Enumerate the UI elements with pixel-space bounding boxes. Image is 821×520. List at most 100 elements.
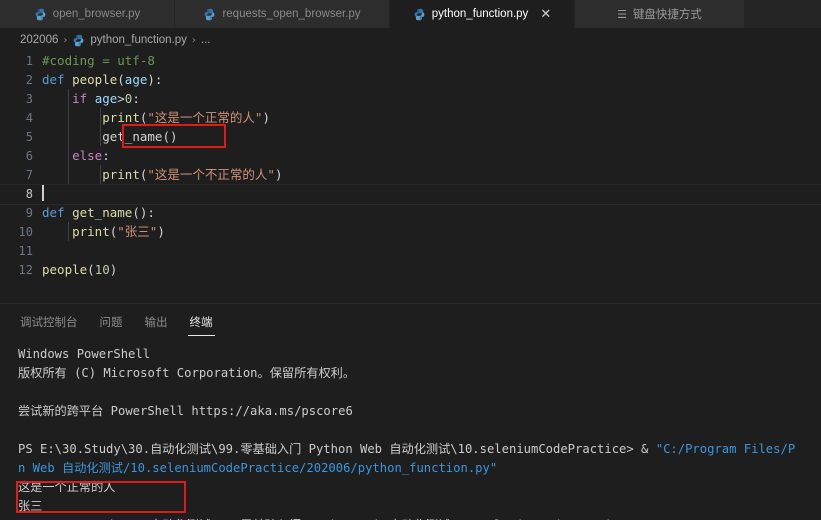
terminal-line: 尝试新的跨平台 PowerShell https://aka.ms/pscore… — [18, 402, 815, 421]
code-line[interactable]: 11 — [0, 241, 821, 260]
vscode-window: open_browser.py requests_open_browser.py p… — [0, 0, 821, 520]
code-token: ( — [117, 72, 125, 87]
code-line[interactable]: 1 #coding = utf-8 — [0, 51, 821, 70]
terminal-text: 尝试新的跨平台 PowerShell https://aka.ms/pscore… — [18, 404, 353, 418]
python-icon — [413, 8, 426, 21]
code-token: ): — [147, 72, 163, 87]
code-line-text: print("这是一个正常的人") — [42, 108, 821, 127]
code-token: "这是一个不正常的人" — [147, 167, 275, 182]
python-icon — [72, 34, 85, 47]
code-line[interactable]: 2 def people(age): — [0, 70, 821, 89]
terminal-line: PS E:\30.Study\30.自动化测试\99.零基础入门 Python … — [18, 440, 815, 459]
code-token: print — [72, 224, 110, 239]
terminal-line: 这是一个正常的人 — [18, 478, 815, 497]
line-number: 9 — [25, 205, 33, 220]
editor-tab-2[interactable]: requests_open_browser.py — [175, 0, 390, 28]
breadcrumb-ellipsis[interactable]: ... — [201, 34, 211, 46]
breadcrumb-file-label: python_function.py — [90, 34, 187, 46]
code-line[interactable]: 10 print("张三") — [0, 222, 821, 241]
terminal-text: 张三 — [18, 499, 43, 513]
code-line[interactable]: 4 print("这是一个正常的人") — [0, 108, 821, 127]
line-number: 6 — [25, 148, 33, 163]
code-line-text: print("这是一个不正常的人") — [42, 165, 821, 184]
indent-guide-2b — [100, 127, 101, 146]
editor-tab-label: python_function.py — [431, 8, 529, 20]
terminal-text: PS E:\30.Study\30.自动化测试\99.零基础入门 Python … — [18, 442, 656, 456]
line-number: 10 — [18, 224, 33, 239]
code-token: () — [162, 129, 178, 144]
code-token: ) — [262, 110, 270, 125]
indent-guide-4 — [68, 222, 69, 241]
code-line[interactable]: 12 people(10) — [0, 260, 821, 279]
code-token: def — [42, 72, 73, 87]
line-number: 7 — [25, 167, 33, 182]
code-token: ) — [109, 262, 118, 277]
code-token: print — [102, 167, 140, 182]
terminal-text: n Web 自动化测试/10.seleniumCodePractice/2020… — [18, 461, 498, 475]
terminal-text: Windows PowerShell — [18, 347, 151, 361]
close-icon[interactable]: ✕ — [540, 8, 551, 21]
code-line[interactable]: 5 get_name() — [0, 127, 821, 146]
terminal-text: 这是一个正常的人 — [18, 480, 116, 494]
code-token: "这是一个正常的人" — [147, 110, 263, 125]
indent-guide-3 — [100, 165, 101, 184]
line-number: 1 — [25, 53, 33, 68]
code-line[interactable]: 8 — [0, 184, 821, 203]
editor-tab-label: 键盘快捷方式 — [632, 9, 702, 21]
code-line[interactable]: 7 print("这是一个不正常的人") — [0, 165, 821, 184]
text-cursor — [42, 185, 44, 201]
breadcrumb: 202006 › python_function.py › ... — [0, 29, 821, 51]
code-line-text: get_name() — [42, 127, 821, 146]
code-line[interactable]: 3 if age>0: — [0, 89, 821, 108]
code-token: people — [42, 262, 88, 277]
line-number: 4 — [25, 110, 33, 125]
editor-tab-3[interactable]: python_function.py ✕ — [390, 0, 575, 28]
tab-bar-empty-space — [745, 0, 821, 28]
panel-tab-4[interactable]: 终端 — [187, 306, 215, 336]
code-token: "张三" — [117, 224, 158, 239]
breadcrumb-separator-icon: › — [63, 34, 68, 46]
code-line-text: print("张三") — [42, 222, 821, 241]
panel-tab-bar: 调试控制台 问题 输出 终端 — [0, 304, 821, 337]
terminal-output[interactable]: Windows PowerShell 版权所有 (C) Microsoft Cor… — [0, 337, 821, 520]
terminal-text: 版权所有 (C) Microsoft Corporation。保留所有权利。 — [18, 366, 356, 380]
breadcrumb-folder[interactable]: 202006 — [20, 34, 58, 46]
breadcrumb-separator-2-icon: › — [191, 34, 196, 46]
code-line[interactable]: 9 def get_name(): — [0, 203, 821, 222]
code-token: ( — [87, 262, 95, 277]
terminal-text: "C:/Program Files/P — [655, 442, 796, 456]
editor-tab-bar: open_browser.py requests_open_browser.py p… — [0, 0, 821, 29]
code-token: if — [72, 91, 95, 106]
indent-guide-1 — [68, 89, 69, 184]
breadcrumb-file[interactable]: python_function.py — [72, 34, 187, 47]
code-token: get_name — [72, 205, 133, 220]
code-editor[interactable]: 1 #coding = utf-8 2 def people(age): 3 if ag… — [0, 51, 821, 303]
terminal-line: PS E:\30.Study\30.自动化测试\99.零基础入门 Python … — [18, 516, 815, 520]
code-token: ) — [157, 224, 165, 239]
terminal-line: n Web 自动化测试/10.seleniumCodePractice/2020… — [18, 459, 815, 478]
code-token: : — [132, 91, 140, 106]
python-icon — [203, 8, 216, 21]
panel-tab-1[interactable]: 调试控制台 — [18, 306, 80, 336]
code-token: else — [72, 148, 103, 163]
code-token: > — [117, 91, 125, 106]
code-line-text: else: — [42, 146, 821, 165]
code-line[interactable]: 6 else: — [0, 146, 821, 165]
editor-tab-1[interactable]: open_browser.py — [0, 0, 175, 28]
code-token: get_name — [102, 129, 163, 144]
editor-tab-4[interactable]: ☰ 键盘快捷方式 — [575, 0, 745, 28]
keyboard-shortcuts-icon: ☰ — [617, 7, 627, 21]
terminal-line: 张三 — [18, 497, 815, 516]
code-token: (): — [132, 205, 155, 220]
code-token: age — [124, 72, 148, 87]
code-token: : — [102, 148, 110, 163]
python-icon — [34, 8, 47, 21]
panel-tab-3[interactable]: 输出 — [143, 306, 170, 336]
panel-tab-2[interactable]: 问题 — [98, 306, 125, 336]
code-token: age — [94, 91, 118, 106]
line-number: 12 — [18, 262, 33, 277]
